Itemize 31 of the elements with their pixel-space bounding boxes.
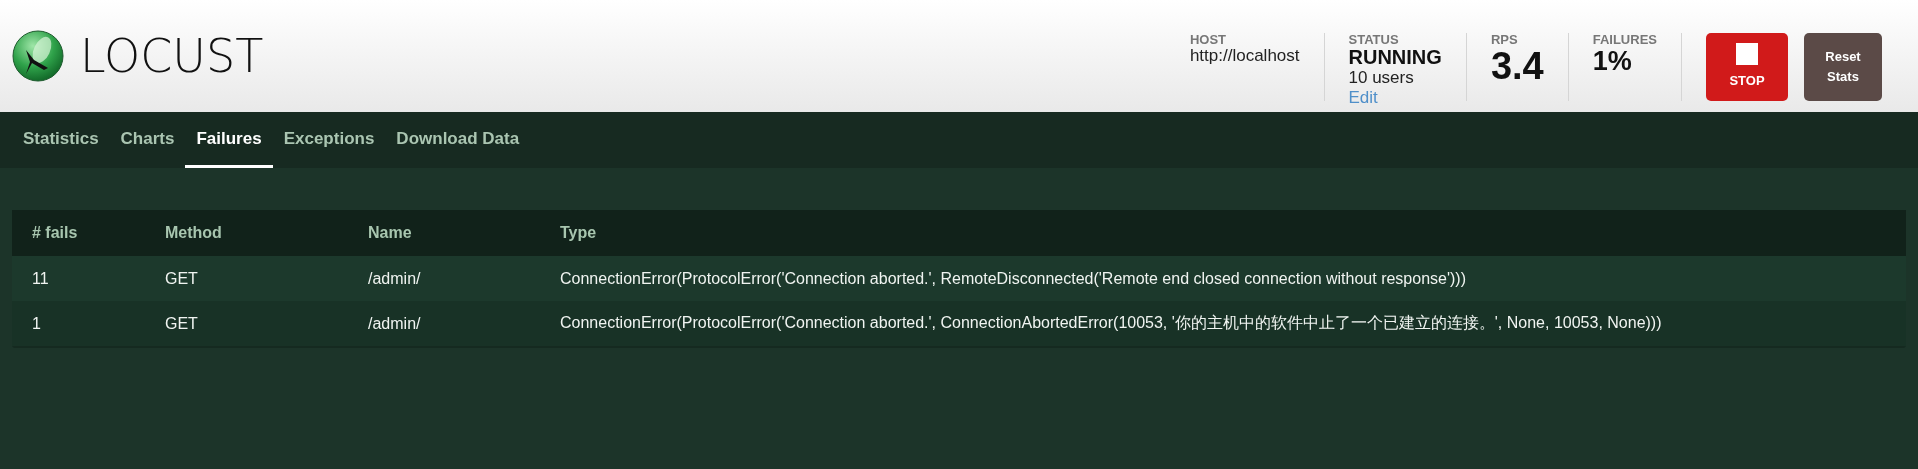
stat-label: RPS	[1490, 33, 1518, 47]
table-cell-text: GET	[165, 314, 199, 333]
column-header: Name	[368, 224, 413, 242]
reset-stats-button[interactable]: Reset Stats	[1804, 33, 1882, 101]
table-cell-text: ConnectionError(ProtocolError('Connection aborted.', RemoteDisconnected('Remote end closed connection without response')))	[560, 269, 1467, 288]
column-header: Type	[560, 224, 598, 242]
stat-value: RUNNING	[1348, 47, 1442, 68]
table-cell-text: GET	[165, 269, 199, 288]
nav-tab[interactable]: Exceptions	[272, 112, 386, 168]
nav-tab[interactable]: Statistics	[12, 112, 110, 168]
column-header: Method	[165, 224, 223, 242]
nav-tab[interactable]: Download Data	[385, 112, 531, 168]
user-count: 10 users	[1348, 68, 1414, 88]
stop-button[interactable]: STOP	[1706, 33, 1788, 101]
column-header: # fails	[32, 224, 79, 242]
stop-icon	[1736, 43, 1758, 65]
table-cell-text: /admin/	[368, 269, 422, 288]
locust-logo-icon	[12, 30, 64, 82]
stat-label: HOST	[1189, 33, 1227, 47]
nav-tab[interactable]: Failures	[185, 112, 273, 168]
table-cell-text: 11	[32, 269, 50, 288]
table-cell-text: 1	[32, 314, 42, 333]
stat-value: 1%	[1592, 47, 1632, 76]
table-cell-text: ConnectionError(ProtocolError('Connection aborted.', ConnectionAbortedError(10053, '你的主机中的软件中止了一个已建立的连接。', None, 10053, None)))	[560, 313, 1663, 333]
logo-text: LOCUST	[80, 29, 264, 83]
table-cell-text: /admin/	[368, 314, 422, 333]
stat-value: http://localhost	[1189, 47, 1300, 65]
stat-value: 3.4	[1490, 47, 1544, 87]
nav-tab[interactable]: Charts	[109, 112, 186, 168]
stat-label: FAILURES	[1592, 33, 1657, 47]
stat-label: STATUS	[1348, 33, 1399, 47]
